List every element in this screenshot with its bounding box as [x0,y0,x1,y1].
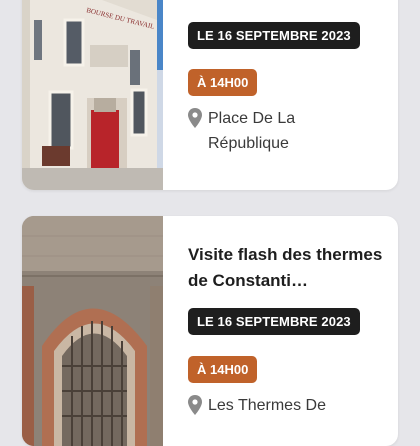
event-card[interactable]: BOURSE DU TRAVAIL LE 16 SEPTEMBRE 2023 À… [22,0,398,190]
event-date-badge: LE 16 SEPTEMBRE 2023 [188,22,360,49]
event-image: BOURSE DU TRAVAIL [22,0,163,190]
event-image [22,216,163,446]
location-pin-icon [188,108,202,128]
event-title[interactable]: Visite flash des thermes de Constanti… [188,242,386,294]
event-card[interactable]: Visite flash des thermes de Constanti… L… [22,216,398,446]
event-location: Place De La République [188,106,338,156]
location-pin-icon [188,395,202,415]
event-time-badge: À 14H00 [188,69,258,96]
event-location-text: Les Thermes De [208,397,326,414]
event-location: Les Thermes De [188,393,326,418]
event-location-text: Place De La République [208,110,296,152]
event-time-badge: À 14H00 [188,356,258,383]
event-date-badge: LE 16 SEPTEMBRE 2023 [188,308,360,335]
